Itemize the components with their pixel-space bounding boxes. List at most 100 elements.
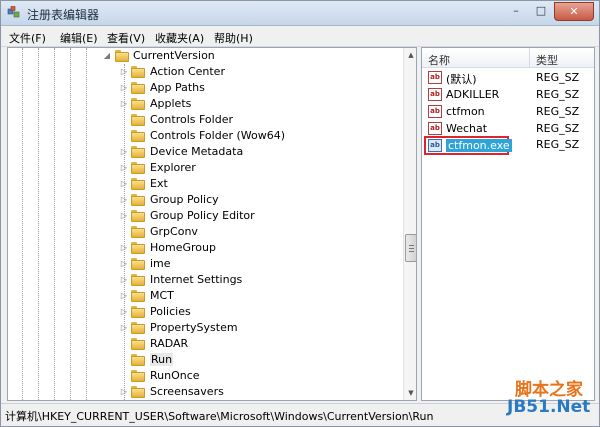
- collapse-arrow-icon[interactable]: ◢: [103, 52, 111, 60]
- folder-icon: [131, 130, 145, 142]
- expand-arrow-icon[interactable]: ▷: [120, 196, 128, 204]
- expand-arrow-icon[interactable]: ▷: [120, 100, 128, 108]
- folder-icon: [131, 114, 145, 126]
- column-header-type[interactable]: 类型: [536, 52, 558, 68]
- key-path: 计算机\HKEY_CURRENT_USER\Software\Microsoft…: [5, 410, 434, 423]
- tree-item-currentversion[interactable]: ◢ CurrentVersion: [8, 48, 403, 64]
- minimize-button[interactable]: –: [505, 2, 527, 21]
- folder-icon: [131, 210, 145, 222]
- value-type: REG_SZ: [536, 105, 580, 118]
- expand-arrow-icon[interactable]: ▷: [120, 84, 128, 92]
- expand-arrow-icon[interactable]: ▷: [120, 68, 128, 76]
- expand-arrow-icon[interactable]: ▷: [120, 244, 128, 252]
- tree-item[interactable]: Controls Folder (Wow64): [8, 128, 403, 144]
- value-name: ADKILLER: [446, 88, 500, 101]
- tree-item-label: RunOnce: [150, 369, 200, 382]
- expand-arrow-icon[interactable]: ▷: [120, 260, 128, 268]
- tree-item-label: Group Policy: [150, 193, 219, 206]
- menu-help[interactable]: 帮助(H): [214, 30, 253, 46]
- tree-item[interactable]: GrpConv: [8, 224, 403, 240]
- folder-icon: [131, 274, 145, 286]
- tree-item-label: Applets: [150, 97, 192, 110]
- tree-item-label: Controls Folder: [150, 113, 233, 126]
- window-title: 注册表编辑器: [27, 8, 100, 22]
- tree-item[interactable]: ▷ Group Policy: [8, 192, 403, 208]
- tree-item[interactable]: ▷ Group Policy Editor: [8, 208, 403, 224]
- tree-item[interactable]: ▷ Action Center: [8, 64, 403, 80]
- registry-editor-window: 注册表编辑器 – □ ✕ 文件(F) 编辑(E) 查看(V) 收藏夹(A) 帮助…: [0, 0, 600, 427]
- value-row[interactable]: ab ADKILLER REG_SZ: [422, 86, 594, 103]
- tree-scrollbar[interactable]: ▲ ▼: [403, 48, 416, 400]
- tree-item[interactable]: ▷ MCT: [8, 288, 403, 304]
- values-pane[interactable]: 名称 类型 ab (默认) REG_SZ ab ADKILLER REG_SZab ctfm…: [421, 47, 595, 401]
- folder-icon: [131, 178, 145, 190]
- expand-arrow-icon[interactable]: ▷: [120, 180, 128, 188]
- tree-item-label: Action Center: [150, 65, 225, 78]
- expand-arrow-icon[interactable]: ▷: [120, 388, 128, 396]
- value-name: (默认): [446, 73, 477, 86]
- string-value-icon: ab: [428, 122, 442, 135]
- tree-item-label: PropertySystem: [150, 321, 238, 334]
- menu-favorites[interactable]: 收藏夹(A): [155, 30, 204, 46]
- expand-arrow-icon[interactable]: ▷: [120, 324, 128, 332]
- values-header: 名称 类型: [422, 48, 594, 68]
- folder-icon: [131, 82, 145, 94]
- value-row[interactable]: ab Wechat REG_SZ: [422, 120, 594, 137]
- tree-item-label: Group Policy Editor: [150, 209, 255, 222]
- tree-item[interactable]: ▷ Applets: [8, 96, 403, 112]
- scroll-down-arrow-icon[interactable]: ▼: [404, 386, 416, 400]
- tree-item[interactable]: ▷ PropertySystem: [8, 320, 403, 336]
- expand-arrow-icon[interactable]: ▷: [120, 276, 128, 284]
- folder-icon: [131, 226, 145, 238]
- column-header-name[interactable]: 名称: [428, 52, 450, 68]
- tree-item-label: RADAR: [150, 337, 189, 350]
- tree-item[interactable]: ▷ App Paths: [8, 80, 403, 96]
- tree-item[interactable]: ▷ Internet Settings: [8, 272, 403, 288]
- tree-item[interactable]: Run: [8, 352, 403, 368]
- tree-item[interactable]: Controls Folder: [8, 112, 403, 128]
- folder-icon: [131, 290, 145, 302]
- tree-item[interactable]: ▷ Explorer: [8, 160, 403, 176]
- rename-input[interactable]: ctfmon.exe: [446, 139, 512, 152]
- tree-item-label: Device Metadata: [150, 145, 244, 158]
- expand-arrow-icon[interactable]: ▷: [120, 148, 128, 156]
- folder-icon: [131, 98, 145, 110]
- value-row[interactable]: ab (默认) REG_SZ: [422, 69, 594, 86]
- tree-item[interactable]: ▷ HomeGroup: [8, 240, 403, 256]
- tree-item[interactable]: ▷ ime: [8, 256, 403, 272]
- tree-item-label: ime: [150, 257, 171, 270]
- maximize-button[interactable]: □: [530, 2, 552, 21]
- close-button[interactable]: ✕: [554, 2, 594, 21]
- tree-item[interactable]: ▷ Device Metadata: [8, 144, 403, 160]
- tree-item[interactable]: RunOnce: [8, 368, 403, 384]
- scrollbar-thumb[interactable]: [405, 234, 416, 262]
- value-name: ctfmon: [446, 105, 485, 118]
- key-tree-pane[interactable]: ◢ CurrentVersion ▷ Action Center ▷ App Path…: [7, 47, 417, 401]
- tree-item[interactable]: ▷ Policies: [8, 304, 403, 320]
- title-bar[interactable]: 注册表编辑器 – □ ✕: [1, 1, 599, 26]
- menu-file[interactable]: 文件(F): [9, 30, 46, 46]
- tree-item-label: Explorer: [150, 161, 196, 174]
- menu-edit[interactable]: 编辑(E): [60, 30, 98, 46]
- tree-item[interactable]: ▷ Ext: [8, 176, 403, 192]
- expand-arrow-icon[interactable]: ▷: [120, 212, 128, 220]
- value-row[interactable]: ab ctfmon REG_SZ: [422, 103, 594, 120]
- tree-item[interactable]: RADAR: [8, 336, 403, 352]
- scroll-up-arrow-icon[interactable]: ▲: [404, 48, 416, 62]
- expand-arrow-icon[interactable]: ▷: [120, 164, 128, 172]
- tree-item[interactable]: ▷ Screensavers: [8, 384, 403, 400]
- tree-item-label: Run: [150, 353, 174, 366]
- watermark-logo: 脚本之家 JB51.Net: [501, 373, 597, 423]
- tree-item-label: GrpConv: [150, 225, 198, 238]
- menu-view[interactable]: 查看(V): [107, 30, 145, 46]
- expand-arrow-icon[interactable]: ▷: [120, 308, 128, 316]
- value-type: REG_SZ: [536, 138, 580, 151]
- registry-editor-icon: [7, 6, 20, 18]
- value-row-editing[interactable]: ab ctfmon.exe REG_SZ: [422, 136, 594, 155]
- menu-bar: 文件(F) 编辑(E) 查看(V) 收藏夹(A) 帮助(H): [1, 27, 599, 47]
- folder-icon: [131, 386, 145, 398]
- tree-item-label: CurrentVersion: [133, 49, 215, 62]
- value-name: Wechat: [446, 122, 488, 135]
- expand-arrow-icon[interactable]: ▷: [120, 292, 128, 300]
- folder-icon: [131, 146, 145, 158]
